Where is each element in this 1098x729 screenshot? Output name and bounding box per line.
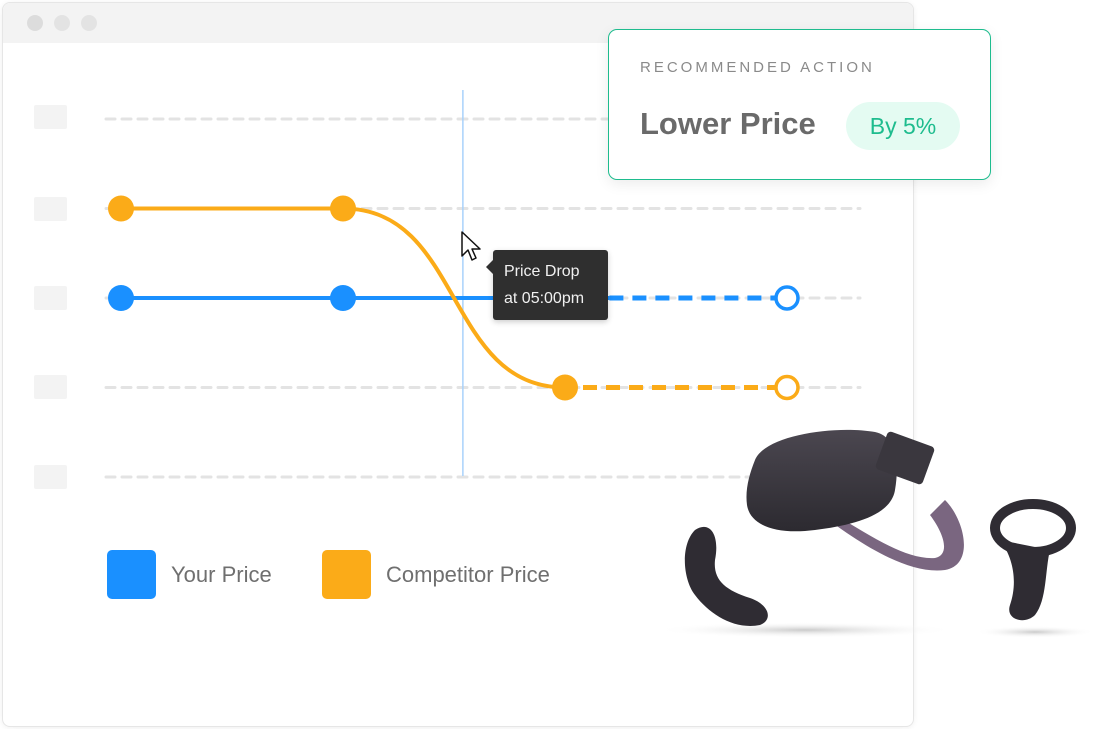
legend-item-competitor-price: Competitor Price bbox=[322, 550, 550, 599]
data-point bbox=[108, 285, 134, 311]
price-drop-tooltip: Price Drop at 05:00pm bbox=[486, 250, 608, 320]
legend-label: Your Price bbox=[171, 561, 272, 587]
recommended-action-card: RECOMMENDED ACTION Lower Price By 5% bbox=[608, 29, 991, 180]
data-point bbox=[330, 195, 356, 222]
mouse-cursor-icon bbox=[461, 231, 481, 261]
data-point bbox=[552, 374, 578, 401]
vr-headset-with-controllers-icon bbox=[655, 429, 1095, 638]
data-point bbox=[108, 195, 134, 222]
card-eyebrow: RECOMMENDED ACTION bbox=[640, 59, 875, 76]
legend-label: Competitor Price bbox=[386, 561, 550, 587]
legend-swatch-blue bbox=[107, 550, 156, 599]
change-badge: By 5% bbox=[846, 102, 960, 150]
tooltip-line-2: at 05:00pm bbox=[504, 290, 585, 307]
data-point bbox=[330, 285, 356, 311]
data-point-projected bbox=[774, 285, 800, 311]
data-point-projected bbox=[774, 374, 800, 401]
legend-item-your-price: Your Price bbox=[107, 550, 272, 599]
legend-swatch-orange bbox=[322, 550, 371, 599]
recommended-action-title: Lower Price bbox=[640, 106, 816, 141]
tooltip-line-1: Price Drop bbox=[504, 263, 580, 280]
